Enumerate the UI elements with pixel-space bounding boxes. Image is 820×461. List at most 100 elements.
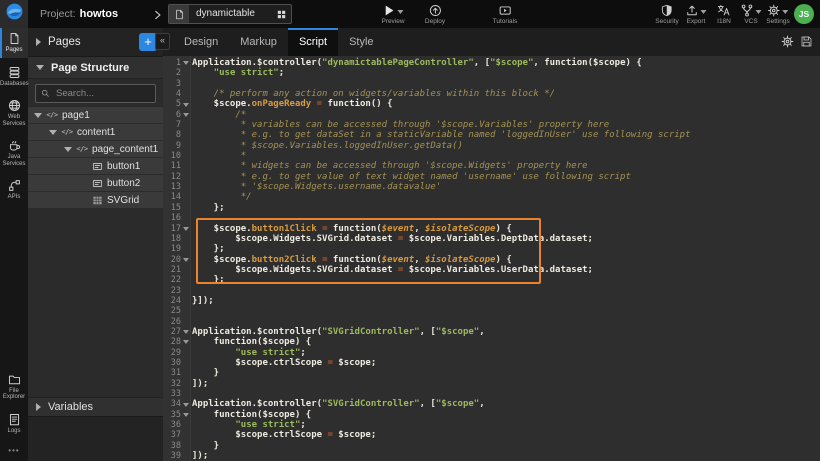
code-line[interactable]: 8 * e.g. to get dataSet in a staticVaria… bbox=[163, 130, 820, 140]
code-text: } bbox=[190, 368, 219, 378]
fold-spacer bbox=[181, 141, 190, 151]
code-line[interactable]: 15 }; bbox=[163, 203, 820, 213]
sidebar-more-button[interactable]: ••• bbox=[0, 438, 28, 461]
code-line[interactable]: 10 * bbox=[163, 151, 820, 161]
tutorials-button[interactable]: Tutorials bbox=[493, 3, 518, 25]
line-number: 13 bbox=[163, 182, 181, 192]
tree-node-content1[interactable]: </>content1 bbox=[28, 124, 163, 140]
code-line[interactable]: 37 $scope.ctrlScope = $scope; bbox=[163, 430, 820, 440]
code-line[interactable]: 5 $scope.onPageReady = function() { bbox=[163, 99, 820, 109]
fold-marker-icon[interactable] bbox=[181, 58, 190, 68]
sidebar-item-file-explorer[interactable]: File Explorer bbox=[0, 369, 28, 405]
variables-section-header[interactable]: Variables bbox=[28, 397, 163, 416]
tree-node-page1[interactable]: </>page1 bbox=[28, 107, 163, 123]
code-line[interactable]: 26 bbox=[163, 317, 820, 327]
tab-script[interactable]: Script bbox=[288, 28, 338, 56]
caret-down-icon[interactable] bbox=[64, 147, 72, 152]
code-line[interactable]: 38 } bbox=[163, 441, 820, 451]
code-line[interactable]: 32]); bbox=[163, 379, 820, 389]
tree-node-button1[interactable]: button1 bbox=[28, 158, 163, 174]
code-line[interactable]: 1Application.$controller("dynamictablePa… bbox=[163, 58, 820, 68]
fold-spacer bbox=[181, 265, 190, 275]
code-line[interactable]: 11 * widgets can be accessed through '$s… bbox=[163, 161, 820, 171]
code-line[interactable]: 23 bbox=[163, 286, 820, 296]
script-editor[interactable]: 1Application.$controller("dynamictablePa… bbox=[163, 56, 820, 461]
code-line[interactable]: 34Application.$controller("SVGridControl… bbox=[163, 399, 820, 409]
security-button[interactable]: Security bbox=[655, 3, 678, 25]
code-text: * $scope.Variables.loggedInUser.getData(… bbox=[190, 141, 463, 151]
sidebar-item-pages[interactable]: Pages bbox=[0, 28, 28, 58]
fold-marker-icon[interactable] bbox=[181, 399, 190, 409]
fold-spacer bbox=[181, 130, 190, 140]
code-line[interactable]: 13 * '$scope.Widgets.username.datavalue' bbox=[163, 182, 820, 192]
fold-marker-icon[interactable] bbox=[181, 337, 190, 347]
fold-spacer bbox=[181, 451, 190, 461]
code-line[interactable]: 4 /* perform any action on widgets/varia… bbox=[163, 89, 820, 99]
code-line[interactable]: 9 * $scope.Variables.loggedInUser.getDat… bbox=[163, 141, 820, 151]
caret-down-icon[interactable] bbox=[34, 113, 42, 118]
i18n-button[interactable]: I18N bbox=[717, 3, 731, 25]
page-selector-dropdown[interactable]: dynamictable bbox=[168, 4, 292, 24]
caret-down-icon bbox=[398, 10, 404, 14]
fold-marker-icon[interactable] bbox=[181, 255, 190, 265]
code-line[interactable]: 39]); bbox=[163, 451, 820, 461]
collapse-panel-button[interactable]: « bbox=[155, 33, 170, 50]
fold-marker-icon[interactable] bbox=[181, 327, 190, 337]
deploy-button[interactable]: Deploy bbox=[425, 3, 445, 25]
code-text: $scope.ctrlScope = $scope; bbox=[190, 430, 376, 440]
tab-style[interactable]: Style bbox=[338, 28, 384, 56]
code-line[interactable]: 29 "use strict"; bbox=[163, 348, 820, 358]
code-line[interactable]: 25 bbox=[163, 306, 820, 316]
sidebar-item-apis[interactable]: APIs bbox=[0, 175, 28, 205]
page-structure-header[interactable]: Page Structure bbox=[28, 57, 163, 79]
fold-spacer bbox=[181, 89, 190, 99]
preview-button[interactable]: Preview bbox=[381, 3, 404, 25]
tree-node-button2[interactable]: button2 bbox=[28, 175, 163, 191]
settings-button[interactable]: Settings bbox=[766, 3, 790, 25]
code-line[interactable]: 28 function($scope) { bbox=[163, 337, 820, 347]
code-line[interactable]: 35 function($scope) { bbox=[163, 410, 820, 420]
code-text: "use strict"; bbox=[190, 68, 284, 78]
sidebar-item-databases[interactable]: Databases bbox=[0, 62, 28, 92]
code-line[interactable]: 24}]); bbox=[163, 296, 820, 306]
search-input[interactable] bbox=[54, 87, 150, 100]
tree-node-SVGrid[interactable]: SVGrid bbox=[28, 192, 163, 208]
sidebar-item-web-services[interactable]: Web Services bbox=[0, 95, 28, 131]
fold-marker-icon[interactable] bbox=[181, 410, 190, 420]
pages-panel-header[interactable]: Pages + bbox=[28, 28, 163, 57]
caret-down-icon[interactable] bbox=[49, 130, 57, 135]
code-line[interactable]: 36 "use strict"; bbox=[163, 420, 820, 430]
fold-marker-icon[interactable] bbox=[181, 110, 190, 120]
code-line[interactable]: 6 /* bbox=[163, 110, 820, 120]
line-number: 30 bbox=[163, 358, 181, 368]
code-line[interactable]: 14 */ bbox=[163, 192, 820, 202]
export-button[interactable]: Export bbox=[686, 3, 707, 25]
pages-panel: Pages + Page Structure </>page1</>conten… bbox=[28, 28, 163, 461]
code-line[interactable]: 2 "use strict"; bbox=[163, 68, 820, 78]
code-line[interactable]: 3 bbox=[163, 79, 820, 89]
line-number: 37 bbox=[163, 430, 181, 440]
code-line[interactable]: 31 } bbox=[163, 368, 820, 378]
database-icon bbox=[8, 66, 21, 79]
code-line[interactable]: 33 bbox=[163, 389, 820, 399]
save-icon[interactable] bbox=[800, 35, 813, 48]
fold-marker-icon[interactable] bbox=[181, 99, 190, 109]
script-settings-gear-icon[interactable] bbox=[781, 35, 794, 48]
tab-markup[interactable]: Markup bbox=[229, 28, 288, 56]
fold-spacer bbox=[181, 441, 190, 451]
code-line[interactable]: 7 * variables can be accessed through '$… bbox=[163, 120, 820, 130]
line-number: 21 bbox=[163, 265, 181, 275]
sidebar-item-logs[interactable]: Logs bbox=[0, 409, 28, 439]
tree-node-page_content1[interactable]: </>page_content1 bbox=[28, 141, 163, 157]
code-line[interactable]: 27Application.$controller("SVGridControl… bbox=[163, 327, 820, 337]
user-avatar[interactable]: JS bbox=[794, 4, 814, 24]
fold-marker-icon[interactable] bbox=[181, 224, 190, 234]
code-line[interactable]: 12 * e.g. to get value of text widget na… bbox=[163, 172, 820, 182]
sidebar-item-java-services[interactable]: Java Services bbox=[0, 135, 28, 171]
pages-panel-title: Pages bbox=[48, 36, 81, 48]
app-logo[interactable] bbox=[0, 0, 28, 28]
code-line[interactable]: 30 $scope.ctrlScope = $scope; bbox=[163, 358, 820, 368]
fold-spacer bbox=[181, 161, 190, 171]
vcs-button[interactable]: VCS bbox=[741, 3, 762, 25]
tab-design[interactable]: Design bbox=[173, 28, 229, 56]
